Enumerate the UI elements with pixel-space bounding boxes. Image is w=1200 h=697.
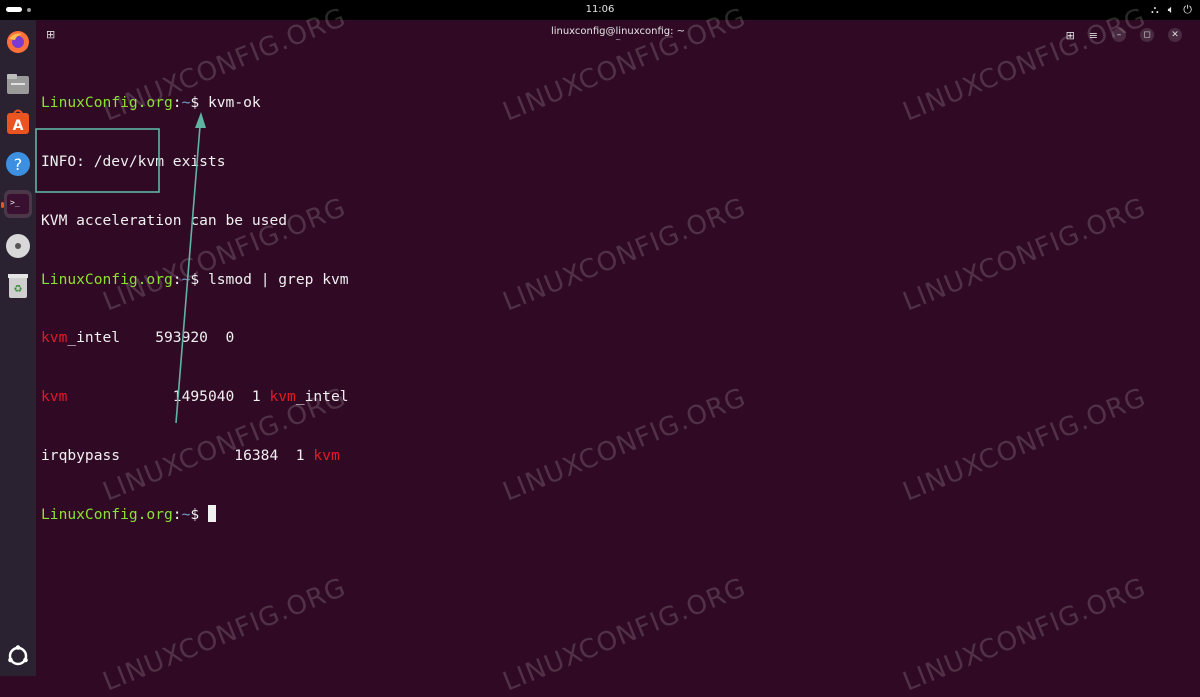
- annotation-arrow-head: [195, 112, 206, 128]
- annotation-overlay: [35, 112, 206, 424]
- highlight-box: [35, 128, 160, 193]
- annotation-arrow-line: [175, 125, 201, 424]
